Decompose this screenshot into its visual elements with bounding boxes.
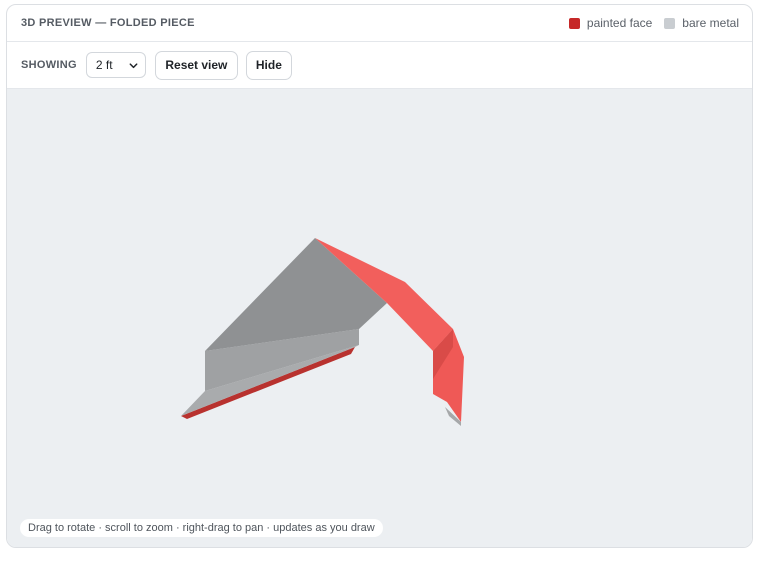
panel-title: 3D PREVIEW — FOLDED PIECE: [21, 17, 195, 29]
legend-label-painted: painted face: [586, 16, 653, 30]
bare-slope-face: [205, 238, 387, 351]
controls-hint: Drag to rotate · scroll to zoom · right-…: [20, 519, 383, 537]
length-select-value: 2 ft: [95, 58, 113, 72]
legend-label-bare: bare metal: [682, 16, 739, 30]
legend-item-bare: bare metal: [664, 16, 739, 30]
preview-panel: 3D PREVIEW — FOLDED PIECE painted face b…: [6, 4, 753, 548]
painted-swatch-icon: [568, 17, 580, 29]
length-select[interactable]: 2 ft: [85, 52, 146, 78]
panel-header: 3D PREVIEW — FOLDED PIECE painted face b…: [7, 5, 752, 42]
folded-piece-model[interactable]: [7, 89, 753, 548]
reset-view-button[interactable]: Reset view: [154, 50, 238, 80]
legend-item-painted: painted face: [568, 16, 653, 30]
hide-button[interactable]: Hide: [245, 50, 292, 80]
bare-swatch-icon: [664, 17, 676, 29]
legend: painted face bare metal: [568, 16, 739, 30]
showing-label: SHOWING: [21, 59, 77, 71]
chevron-down-icon: [129, 62, 138, 68]
toolbar: SHOWING 2 ft Reset view Hide: [7, 42, 752, 89]
3d-viewport[interactable]: Drag to rotate · scroll to zoom · right-…: [7, 89, 752, 547]
